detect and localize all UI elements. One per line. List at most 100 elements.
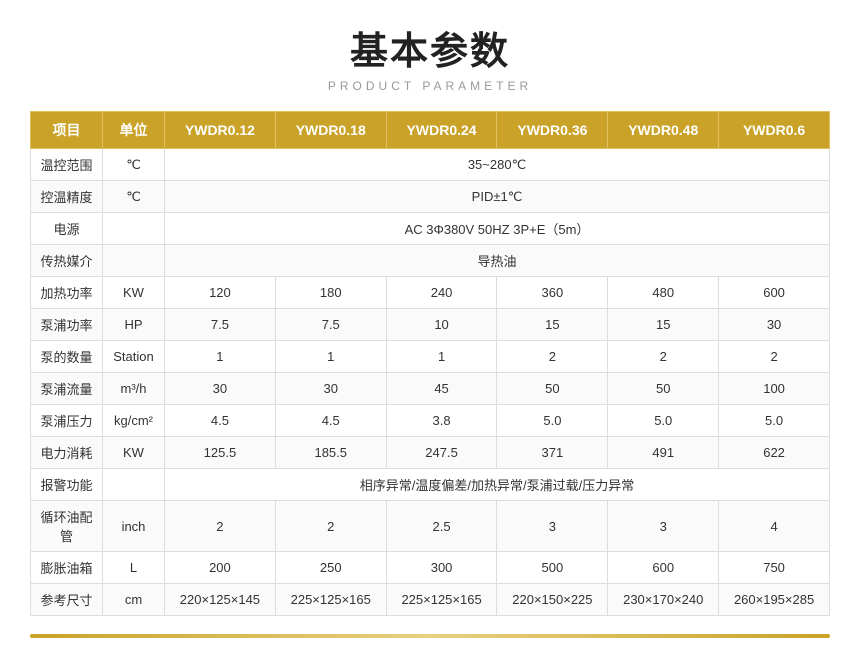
row-label-4: 加热功率 bbox=[31, 277, 103, 309]
col-header-4: YWDR0.24 bbox=[386, 112, 497, 149]
row-label-9: 电力消耗 bbox=[31, 437, 103, 469]
row-label-13: 参考尺寸 bbox=[31, 584, 103, 616]
row-12-val-2: 300 bbox=[386, 552, 497, 584]
row-span-value-10: 相序异常/温度偏差/加热异常/泵浦过载/压力异常 bbox=[165, 469, 830, 501]
row-8-val-0: 4.5 bbox=[165, 405, 276, 437]
row-12-val-3: 500 bbox=[497, 552, 608, 584]
table-row: 泵浦功率HP7.57.510151530 bbox=[31, 309, 830, 341]
row-label-12: 膨胀油箱 bbox=[31, 552, 103, 584]
col-header-2: YWDR0.12 bbox=[165, 112, 276, 149]
row-5-val-4: 15 bbox=[608, 309, 719, 341]
row-8-val-5: 5.0 bbox=[719, 405, 830, 437]
row-11-val-2: 2.5 bbox=[386, 501, 497, 552]
row-label-3: 传热媒介 bbox=[31, 245, 103, 277]
table-row: 泵的数量Station111222 bbox=[31, 341, 830, 373]
table-row: 泵浦压力kg/cm²4.54.53.85.05.05.0 bbox=[31, 405, 830, 437]
row-9-val-1: 185.5 bbox=[275, 437, 386, 469]
row-unit-10 bbox=[103, 469, 165, 501]
row-unit-11: inch bbox=[103, 501, 165, 552]
row-9-val-4: 491 bbox=[608, 437, 719, 469]
table-row: 电源AC 3Φ380V 50HZ 3P+E（5m） bbox=[31, 213, 830, 245]
row-unit-2 bbox=[103, 213, 165, 245]
col-header-6: YWDR0.48 bbox=[608, 112, 719, 149]
table-row: 泵浦流量m³/h3030455050100 bbox=[31, 373, 830, 405]
row-4-val-2: 240 bbox=[386, 277, 497, 309]
table-row: 膨胀油箱L200250300500600750 bbox=[31, 552, 830, 584]
page-subtitle: PRODUCT PARAMETER bbox=[30, 79, 830, 93]
row-4-val-4: 480 bbox=[608, 277, 719, 309]
row-7-val-0: 30 bbox=[165, 373, 276, 405]
row-7-val-5: 100 bbox=[719, 373, 830, 405]
row-9-val-5: 622 bbox=[719, 437, 830, 469]
table-row: 循环油配管inch222.5334 bbox=[31, 501, 830, 552]
row-13-val-1: 225×125×165 bbox=[275, 584, 386, 616]
row-unit-8: kg/cm² bbox=[103, 405, 165, 437]
row-11-val-3: 3 bbox=[497, 501, 608, 552]
row-label-2: 电源 bbox=[31, 213, 103, 245]
row-13-val-4: 230×170×240 bbox=[608, 584, 719, 616]
col-header-3: YWDR0.18 bbox=[275, 112, 386, 149]
row-7-val-4: 50 bbox=[608, 373, 719, 405]
bottom-decorative-line bbox=[30, 634, 830, 638]
row-5-val-5: 30 bbox=[719, 309, 830, 341]
row-6-val-4: 2 bbox=[608, 341, 719, 373]
row-unit-12: L bbox=[103, 552, 165, 584]
table-row: 温控范围℃35~280℃ bbox=[31, 149, 830, 181]
row-9-val-0: 125.5 bbox=[165, 437, 276, 469]
row-unit-9: KW bbox=[103, 437, 165, 469]
row-6-val-5: 2 bbox=[719, 341, 830, 373]
row-unit-5: HP bbox=[103, 309, 165, 341]
row-12-val-1: 250 bbox=[275, 552, 386, 584]
row-13-val-3: 220×150×225 bbox=[497, 584, 608, 616]
table-row: 参考尺寸cm220×125×145225×125×165225×125×1652… bbox=[31, 584, 830, 616]
row-unit-7: m³/h bbox=[103, 373, 165, 405]
col-header-1: 单位 bbox=[103, 112, 165, 149]
col-header-7: YWDR0.6 bbox=[719, 112, 830, 149]
row-9-val-3: 371 bbox=[497, 437, 608, 469]
row-4-val-3: 360 bbox=[497, 277, 608, 309]
row-4-val-1: 180 bbox=[275, 277, 386, 309]
col-header-5: YWDR0.36 bbox=[497, 112, 608, 149]
row-label-0: 温控范围 bbox=[31, 149, 103, 181]
row-unit-3 bbox=[103, 245, 165, 277]
row-label-1: 控温精度 bbox=[31, 181, 103, 213]
row-11-val-1: 2 bbox=[275, 501, 386, 552]
row-label-10: 报警功能 bbox=[31, 469, 103, 501]
row-unit-13: cm bbox=[103, 584, 165, 616]
row-label-7: 泵浦流量 bbox=[31, 373, 103, 405]
row-13-val-0: 220×125×145 bbox=[165, 584, 276, 616]
row-6-val-1: 1 bbox=[275, 341, 386, 373]
row-8-val-3: 5.0 bbox=[497, 405, 608, 437]
row-4-val-0: 120 bbox=[165, 277, 276, 309]
table-row: 加热功率KW120180240360480600 bbox=[31, 277, 830, 309]
row-8-val-2: 3.8 bbox=[386, 405, 497, 437]
row-span-value-1: PID±1℃ bbox=[165, 181, 830, 213]
table-row: 电力消耗KW125.5185.5247.5371491622 bbox=[31, 437, 830, 469]
row-13-val-5: 260×195×285 bbox=[719, 584, 830, 616]
row-13-val-2: 225×125×165 bbox=[386, 584, 497, 616]
row-6-val-2: 1 bbox=[386, 341, 497, 373]
page-title: 基本参数 bbox=[30, 20, 830, 75]
row-unit-1: ℃ bbox=[103, 181, 165, 213]
row-11-val-0: 2 bbox=[165, 501, 276, 552]
row-unit-4: KW bbox=[103, 277, 165, 309]
row-5-val-0: 7.5 bbox=[165, 309, 276, 341]
row-5-val-3: 15 bbox=[497, 309, 608, 341]
row-6-val-3: 2 bbox=[497, 341, 608, 373]
row-label-11: 循环油配管 bbox=[31, 501, 103, 552]
row-unit-6: Station bbox=[103, 341, 165, 373]
row-label-5: 泵浦功率 bbox=[31, 309, 103, 341]
table-row: 报警功能 相序异常/温度偏差/加热异常/泵浦过载/压力异常 bbox=[31, 469, 830, 501]
row-6-val-0: 1 bbox=[165, 341, 276, 373]
table-row: 传热媒介 导热油 bbox=[31, 245, 830, 277]
row-12-val-0: 200 bbox=[165, 552, 276, 584]
row-7-val-1: 30 bbox=[275, 373, 386, 405]
table-row: 控温精度℃PID±1℃ bbox=[31, 181, 830, 213]
row-span-value-3: 导热油 bbox=[165, 245, 830, 277]
row-8-val-4: 5.0 bbox=[608, 405, 719, 437]
col-header-0: 项目 bbox=[31, 112, 103, 149]
row-11-val-5: 4 bbox=[719, 501, 830, 552]
row-4-val-5: 600 bbox=[719, 277, 830, 309]
row-label-8: 泵浦压力 bbox=[31, 405, 103, 437]
row-unit-0: ℃ bbox=[103, 149, 165, 181]
